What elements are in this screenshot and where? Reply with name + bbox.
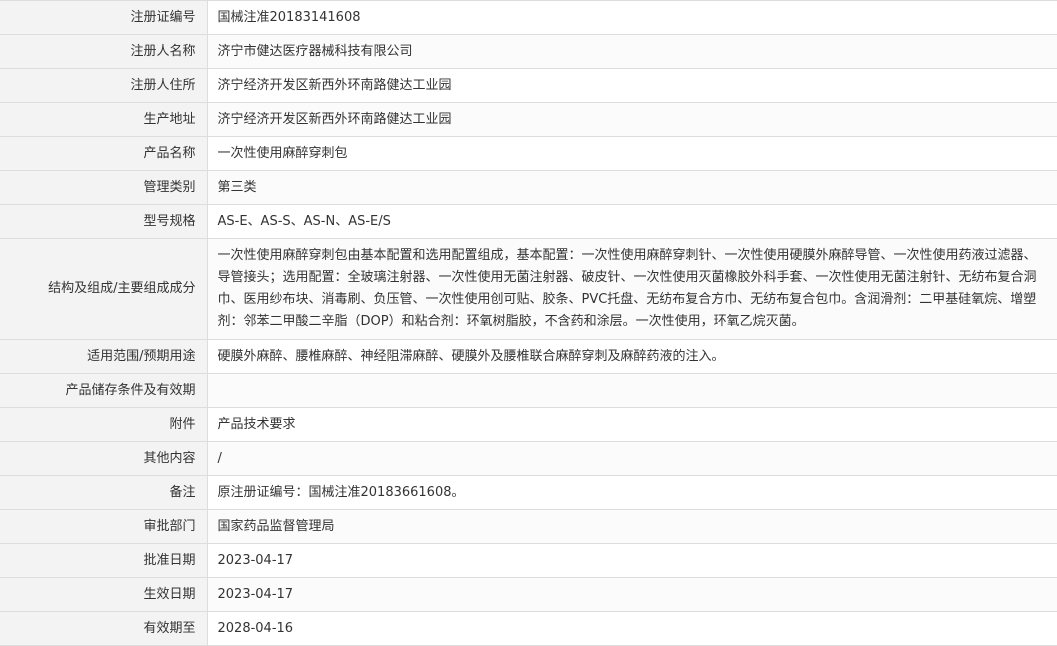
row-value: / xyxy=(207,441,1057,476)
row-label: 管理类别 xyxy=(0,170,208,205)
row-label: 生效日期 xyxy=(0,577,208,612)
table-row-production-address: 生产地址 济宁经济开发区新西外环南路健达工业园 xyxy=(0,102,1057,137)
row-value: 国家药品监督管理局 xyxy=(207,509,1057,544)
row-value: 济宁经济开发区新西外环南路健达工业园 xyxy=(207,102,1057,137)
table-row-registrant-address: 注册人住所 济宁经济开发区新西外环南路健达工业园 xyxy=(0,68,1057,103)
row-label: 产品储存条件及有效期 xyxy=(0,373,208,408)
table-row-valid-until: 有效期至 2028-04-16 xyxy=(0,611,1057,646)
table-row-registrant-name: 注册人名称 济宁市健达医疗器械科技有限公司 xyxy=(0,34,1057,69)
row-label: 注册人名称 xyxy=(0,34,208,69)
row-value: 2028-04-16 xyxy=(207,611,1057,646)
row-label: 型号规格 xyxy=(0,204,208,239)
table-row-effective-date: 生效日期 2023-04-17 xyxy=(0,577,1057,612)
row-value: 一次性使用麻醉穿刺包由基本配置和选用配置组成，基本配置：一次性使用麻醉穿刺针、一… xyxy=(207,238,1057,340)
registration-record-table: 注册证编号 国械注准20183141608 注册人名称 济宁市健达医疗器械科技有… xyxy=(0,0,1057,646)
row-label: 附件 xyxy=(0,407,208,442)
row-label: 生产地址 xyxy=(0,102,208,137)
table-row-management-category: 管理类别 第三类 xyxy=(0,170,1057,205)
row-value: 国械注准20183141608 xyxy=(207,0,1057,35)
row-label: 批准日期 xyxy=(0,543,208,578)
row-value: 产品技术要求 xyxy=(207,407,1057,442)
row-label: 产品名称 xyxy=(0,136,208,171)
row-value: 济宁市健达医疗器械科技有限公司 xyxy=(207,34,1057,69)
table-row-remarks: 备注 原注册证编号：国械注准20183661608。 xyxy=(0,475,1057,510)
table-row-registration-number: 注册证编号 国械注准20183141608 xyxy=(0,0,1057,35)
row-label: 注册证编号 xyxy=(0,0,208,35)
row-label: 有效期至 xyxy=(0,611,208,646)
table-row-other-content: 其他内容 / xyxy=(0,441,1057,476)
table-row-structure-composition: 结构及组成/主要组成成分 一次性使用麻醉穿刺包由基本配置和选用配置组成，基本配置… xyxy=(0,238,1057,340)
table-row-intended-use: 适用范围/预期用途 硬膜外麻醉、腰椎麻醉、神经阻滞麻醉、硬膜外及腰椎联合麻醉穿刺… xyxy=(0,339,1057,374)
table-row-attachment: 附件 产品技术要求 xyxy=(0,407,1057,442)
row-value: 济宁经济开发区新西外环南路健达工业园 xyxy=(207,68,1057,103)
row-value: 硬膜外麻醉、腰椎麻醉、神经阻滞麻醉、硬膜外及腰椎联合麻醉穿刺及麻醉药液的注入。 xyxy=(207,339,1057,374)
table-row-model-spec: 型号规格 AS-E、AS-S、AS-N、AS-E/S xyxy=(0,204,1057,239)
row-label: 注册人住所 xyxy=(0,68,208,103)
table-row-approval-date: 批准日期 2023-04-17 xyxy=(0,543,1057,578)
table-row-product-name: 产品名称 一次性使用麻醉穿刺包 xyxy=(0,136,1057,171)
row-label: 审批部门 xyxy=(0,509,208,544)
row-label: 适用范围/预期用途 xyxy=(0,339,208,374)
row-value xyxy=(207,373,1057,408)
row-value: 第三类 xyxy=(207,170,1057,205)
row-label: 结构及组成/主要组成成分 xyxy=(0,238,208,340)
table-row-approval-department: 审批部门 国家药品监督管理局 xyxy=(0,509,1057,544)
row-value: 一次性使用麻醉穿刺包 xyxy=(207,136,1057,171)
row-value: AS-E、AS-S、AS-N、AS-E/S xyxy=(207,204,1057,239)
row-value: 原注册证编号：国械注准20183661608。 xyxy=(207,475,1057,510)
row-value: 2023-04-17 xyxy=(207,577,1057,612)
row-label: 其他内容 xyxy=(0,441,208,476)
row-label: 备注 xyxy=(0,475,208,510)
row-value: 2023-04-17 xyxy=(207,543,1057,578)
table-row-storage-validity: 产品储存条件及有效期 xyxy=(0,373,1057,408)
